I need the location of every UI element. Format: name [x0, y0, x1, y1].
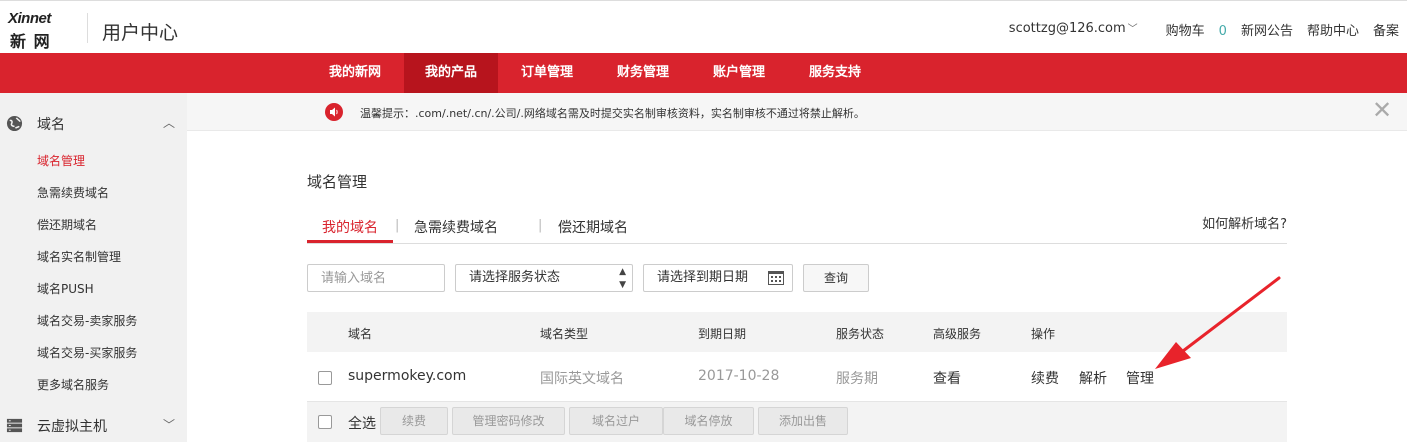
logo-text-bottom: 新 网 [10, 32, 51, 51]
nav-account[interactable]: 账户管理 [696, 53, 782, 93]
notice-text: 温馨提示：.com/.net/.cn/.公司/.网络域名需及时提交实名制审核资料… [360, 107, 865, 120]
cart-count: 0 [1218, 24, 1227, 39]
col-advanced-service: 高级服务 [933, 327, 982, 341]
filing-link[interactable]: 备案 [1373, 20, 1399, 39]
user-email: scottzg@126.com [1008, 21, 1126, 36]
bulk-renew-button[interactable]: 续费 [380, 407, 448, 435]
view-advanced-link[interactable]: 查看 [933, 368, 961, 388]
announcement-link[interactable]: 新网公告 [1241, 20, 1293, 39]
col-expiry-date: 到期日期 [698, 327, 747, 341]
col-domain-type: 域名类型 [540, 327, 589, 341]
tab-redemption[interactable]: 偿还期域名 [558, 217, 628, 237]
nav-finance[interactable]: 财务管理 [600, 53, 686, 93]
table-row: supermokey.com 国际英文域名 2017-10-28 服务期 查看 … [307, 352, 1287, 402]
sidebar-item-more-services[interactable]: 更多域名服务 [37, 376, 109, 393]
user-account-menu[interactable]: scottzg@126.com ﹀ [995, 20, 1138, 39]
sidebar-item-redemption[interactable]: 偿还期域名 [37, 216, 97, 233]
calendar-icon [768, 271, 784, 285]
xinnet-logo[interactable]: Xinnet 新 网 [8, 10, 76, 51]
bulk-password-change-button[interactable]: 管理密码修改 [452, 407, 565, 435]
logo-text-top: Xinnet [8, 10, 51, 27]
tab-my-domains[interactable]: 我的域名 [322, 217, 378, 237]
sidebar-group-cloud-hosting[interactable]: 云虚拟主机 ﹀ [0, 405, 187, 445]
sidebar-group-domain[interactable]: 域名 ︿ [0, 103, 187, 143]
row-checkbox[interactable] [318, 371, 332, 385]
server-icon [6, 418, 23, 433]
globe-icon [6, 115, 23, 132]
notice-bar: 温馨提示：.com/.net/.cn/.公司/.网络域名需及时提交实名制审核资料… [187, 93, 1407, 131]
main-nav: 我的新网 我的产品 订单管理 财务管理 账户管理 服务支持 [0, 53, 1407, 93]
row-domain-type: 国际英文域名 [540, 371, 624, 387]
resolve-link[interactable]: 解析 [1079, 368, 1107, 388]
sidebar-item-urgent-renewal[interactable]: 急需续费域名 [37, 184, 109, 201]
select-all-label[interactable]: 全选 [348, 413, 376, 433]
tab-urgent-renewal[interactable]: 急需续费域名 [414, 217, 498, 237]
service-status-value: 请选择服务状态 [469, 270, 561, 285]
sidebar-item-domain-management[interactable]: 域名管理 [37, 152, 85, 169]
chevron-up-icon: ︿ [163, 116, 176, 130]
logo-divider [87, 13, 88, 43]
sidebar-item-seller-service[interactable]: 域名交易-卖家服务 [37, 312, 137, 329]
domain-search-input[interactable] [307, 264, 445, 292]
row-domain: supermokey.com [348, 368, 467, 384]
active-tab-underline [307, 240, 393, 243]
bulk-parking-button[interactable]: 域名停放 [663, 407, 754, 435]
cart-label: 购物车 [1165, 24, 1205, 39]
sidebar-item-buyer-service[interactable]: 域名交易-买家服务 [37, 344, 137, 361]
expiry-date-picker[interactable]: 请选择到期日期 [643, 264, 793, 292]
renew-link[interactable]: 续费 [1031, 368, 1059, 388]
bulk-transfer-button[interactable]: 域名过户 [569, 407, 663, 435]
nav-support[interactable]: 服务支持 [792, 53, 878, 93]
app-title: 用户中心 [102, 22, 179, 44]
tab-separator: | [538, 218, 543, 233]
col-service-status: 服务状态 [836, 327, 885, 341]
speaker-icon [325, 103, 343, 121]
page-title: 域名管理 [307, 173, 368, 191]
top-links: scottzg@126.com ﹀ 购物车 0 新网公告 帮助中心 备案 [981, 20, 1399, 39]
sidebar-item-real-name[interactable]: 域名实名制管理 [37, 248, 121, 265]
col-actions: 操作 [1031, 327, 1056, 341]
query-button[interactable]: 查询 [803, 264, 869, 292]
chevron-down-icon: ﹀ [163, 418, 176, 432]
help-center-link[interactable]: 帮助中心 [1307, 20, 1359, 39]
sidebar-group-label: 云虚拟主机 [37, 419, 107, 435]
chevron-down-icon: ﹀ [1127, 24, 1138, 35]
sidebar-item-domain-push[interactable]: 域名PUSH [37, 280, 94, 297]
nav-orders[interactable]: 订单管理 [505, 53, 589, 93]
bulk-actions-bar: 全选 续费 管理密码修改 域名过户 域名停放 添加出售 [307, 402, 1287, 442]
select-arrows-icon: ▲ ▼ [619, 267, 626, 290]
nav-my-products[interactable]: 我的产品 [404, 53, 498, 93]
nav-my-xinnet[interactable]: 我的新网 [310, 53, 400, 93]
row-expiry-date: 2017-10-28 [698, 368, 780, 384]
sidebar-group-label: 域名 [37, 117, 65, 133]
tab-separator: | [395, 218, 400, 233]
select-all-checkbox[interactable] [318, 415, 332, 429]
how-to-resolve-link[interactable]: 如何解析域名? [1202, 213, 1287, 232]
expiry-date-placeholder: 请选择到期日期 [657, 270, 749, 285]
sidebar: 域名 ︿ 域名管理 急需续费域名 偿还期域名 域名实名制管理 域名PUSH 域名… [0, 93, 187, 442]
bulk-sell-button[interactable]: 添加出售 [758, 407, 848, 435]
top-header: Xinnet 新 网 用户中心 scottzg@126.com ﹀ 购物车 0 新网… [0, 0, 1407, 53]
service-status-select[interactable]: 请选择服务状态 ▲ ▼ [455, 264, 633, 292]
row-service-status: 服务期 [836, 371, 878, 387]
close-icon[interactable]: ✕ [1372, 96, 1392, 124]
table-header: 域名 域名类型 到期日期 服务状态 高级服务 操作 [307, 312, 1287, 352]
domain-tabs: 我的域名 | 急需续费域名 | 偿还期域名 如何解析域名? [307, 212, 1287, 244]
cart-link[interactable]: 购物车 0 [1152, 20, 1227, 39]
manage-link[interactable]: 管理 [1126, 368, 1154, 388]
col-domain: 域名 [348, 327, 373, 341]
